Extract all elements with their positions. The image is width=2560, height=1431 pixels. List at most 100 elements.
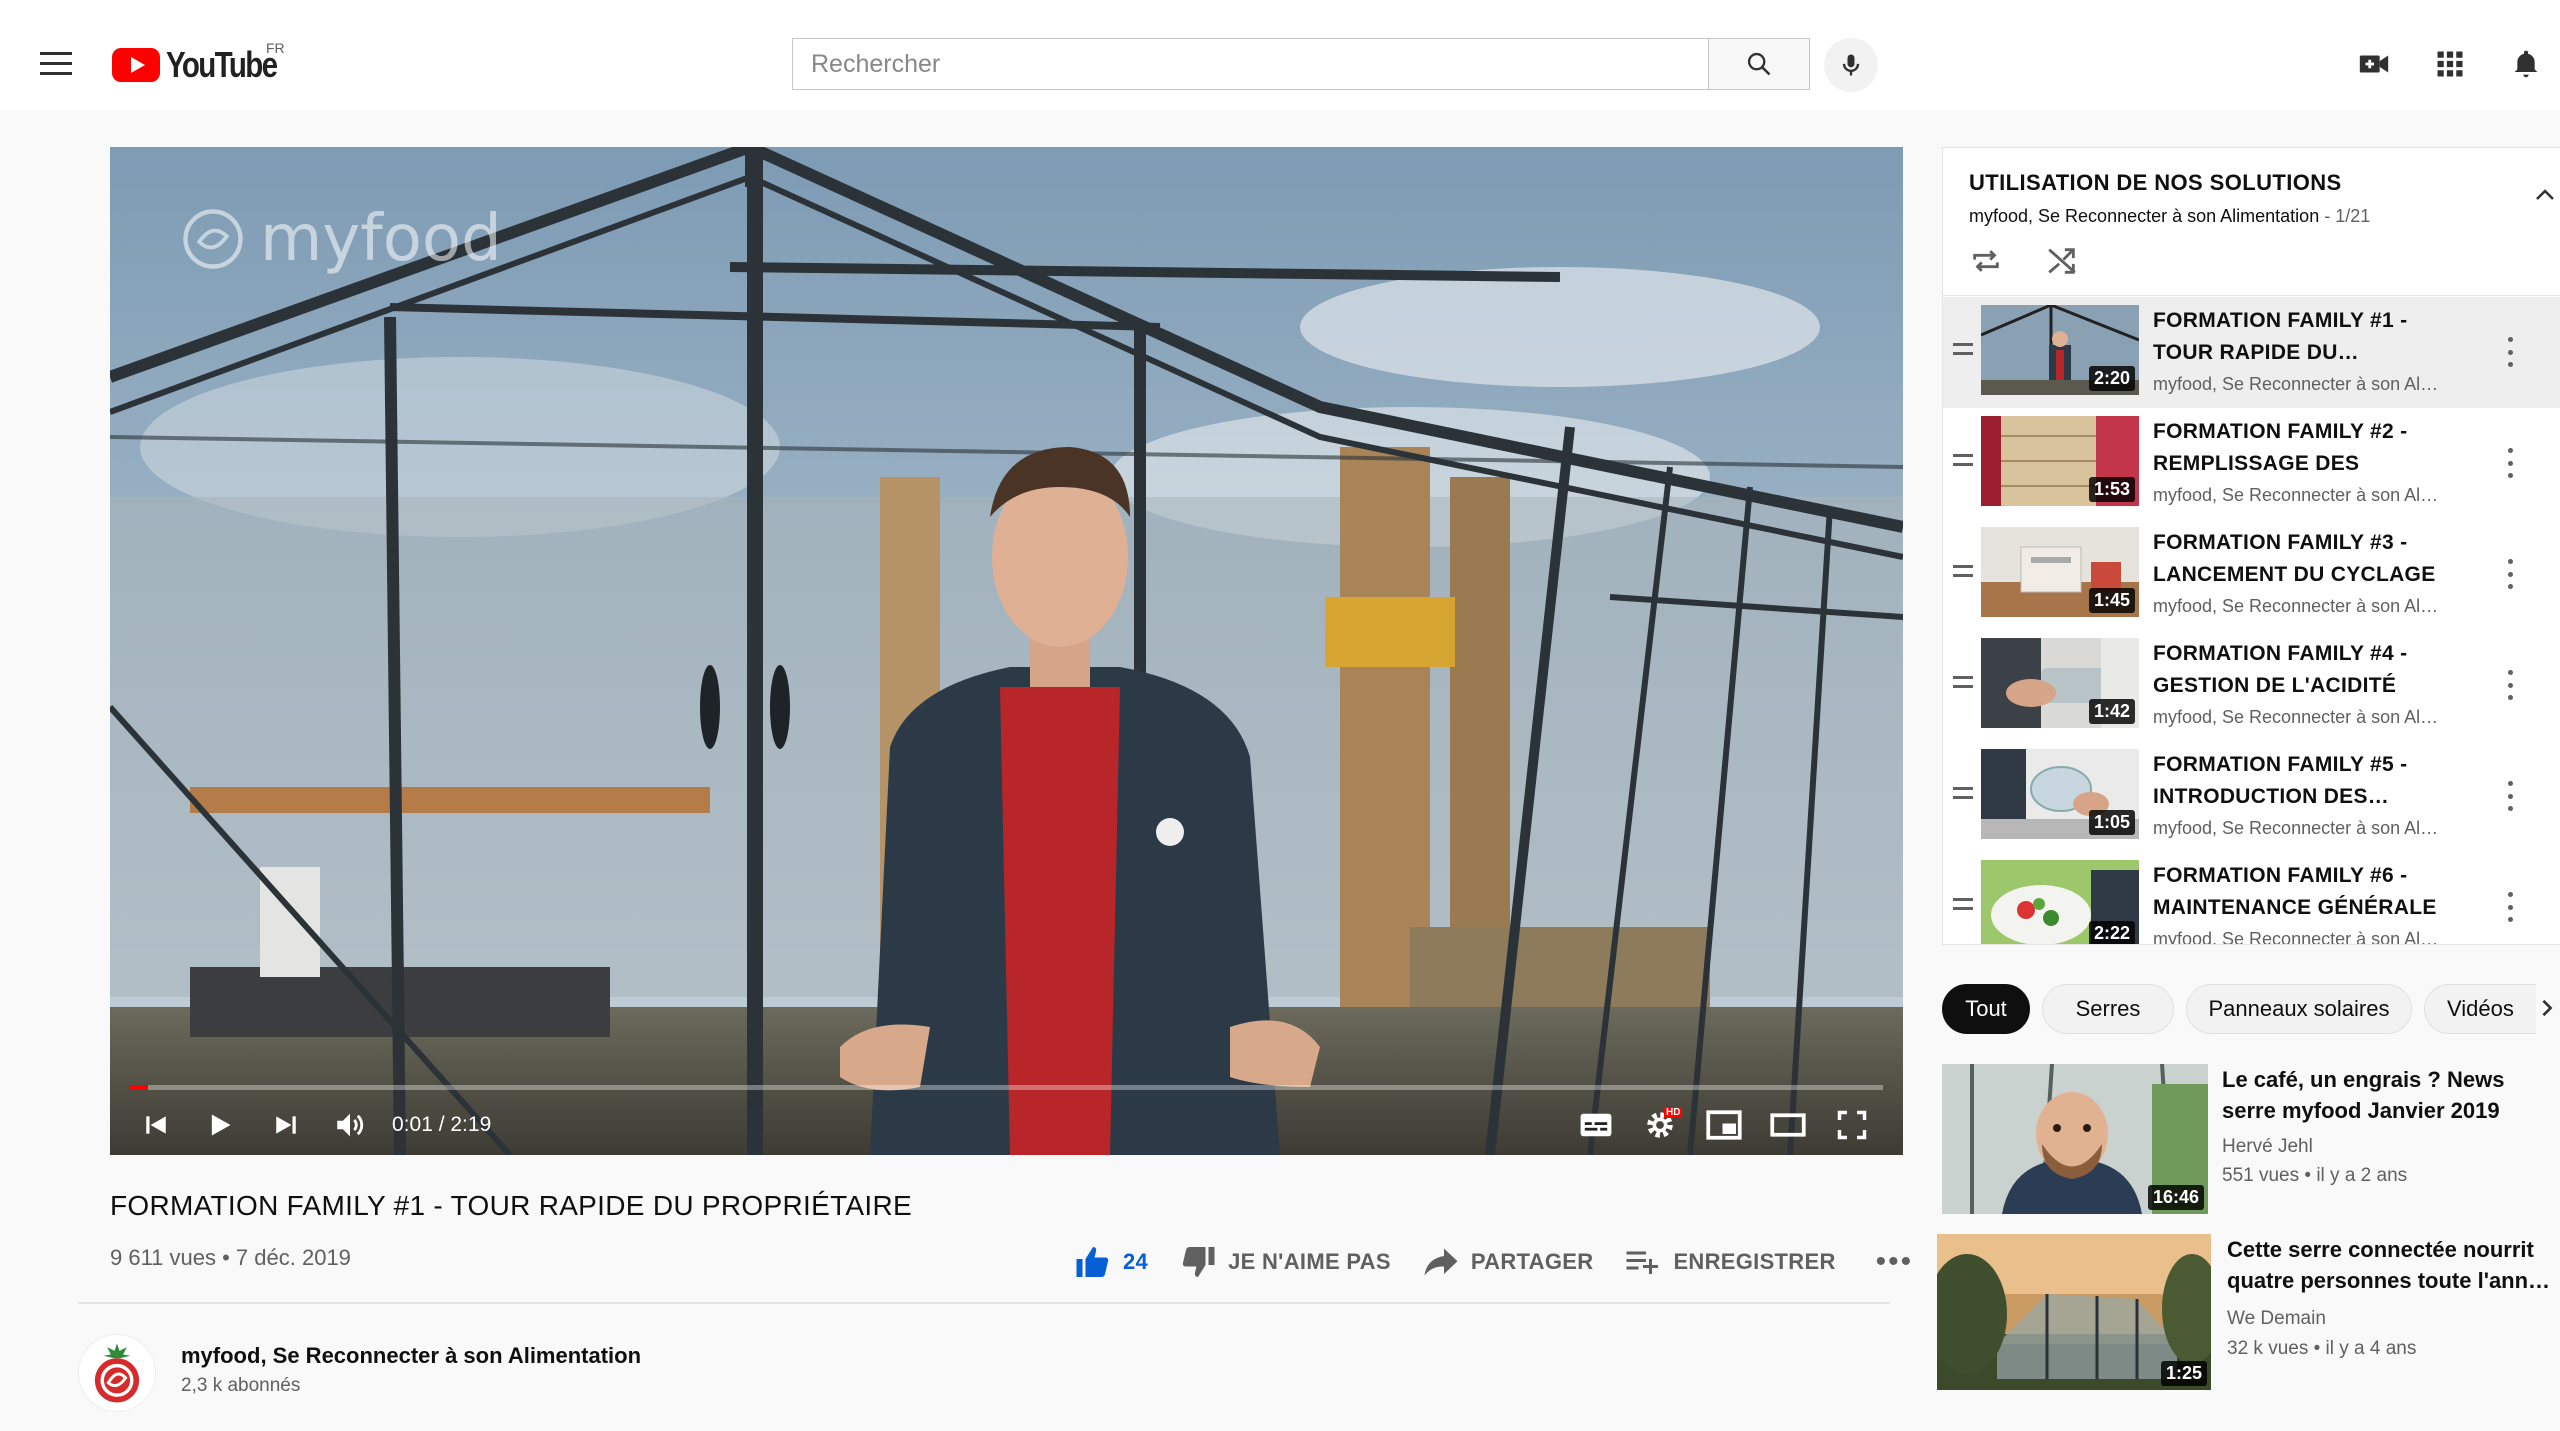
playlist-panel: UTILISATION DE NOS SOLUTIONS myfood, Se … (1942, 147, 2560, 945)
channel-name[interactable]: myfood, Se Reconnecter à son Alimentatio… (181, 1343, 641, 1369)
more-options-icon[interactable] (2505, 892, 2515, 922)
player-controls: 0:01 / 2:19 HD (110, 1095, 1903, 1155)
chip-tout[interactable]: Tout (1942, 984, 2030, 1034)
playlist-item-title[interactable]: FORMATION FAMILY #6 - MAINTENANCE GÉNÉRA… (2153, 860, 2453, 924)
recommendation-title[interactable]: Le café, un engrais ? News serre myfood … (2222, 1064, 2552, 1128)
more-actions-button[interactable]: ••• (1876, 1245, 1914, 1279)
drag-handle-icon[interactable] (1953, 565, 1973, 577)
search-button[interactable] (1708, 38, 1810, 90)
chip-serres[interactable]: Serres (2042, 984, 2174, 1034)
share-label: PARTAGER (1470, 1249, 1594, 1274)
chevron-up-icon[interactable] (2533, 184, 2557, 204)
divider (78, 1302, 1890, 1304)
theater-mode-icon[interactable] (1768, 1105, 1808, 1145)
hd-badge: HD (1664, 1107, 1683, 1118)
subscriber-count: 2,3 k abonnés (181, 1375, 301, 1396)
playlist-thumbnail[interactable]: 1:45 (1981, 527, 2139, 617)
voice-search-button[interactable] (1824, 38, 1878, 92)
recommendation-thumbnail[interactable]: 16:46 (1942, 1064, 2208, 1214)
chevron-right-icon[interactable] (2538, 996, 2556, 1020)
next-icon[interactable] (266, 1105, 306, 1145)
video-duration: 2:22 (2088, 921, 2135, 944)
recommendation-meta: 551 vues • il y a 2 ans (2222, 1165, 2408, 1186)
subtitles-icon[interactable] (1576, 1105, 1616, 1145)
video-meta: 9 611 vues • 7 déc. 2019 (110, 1245, 351, 1270)
drag-handle-icon[interactable] (1953, 454, 1973, 466)
fullscreen-icon[interactable] (1832, 1105, 1872, 1145)
playlist-thumbnail[interactable]: 1:42 (1981, 638, 2139, 728)
mic-icon (1842, 54, 1860, 76)
search-input[interactable]: Rechercher (792, 38, 1709, 90)
play-icon[interactable] (200, 1105, 240, 1145)
playlist-thumbnail[interactable]: 2:22 (1981, 860, 2139, 944)
playlist-item-channel[interactable]: myfood, Se Reconnecter à son Al… (2153, 929, 2463, 944)
settings-icon[interactable]: HD (1640, 1105, 1683, 1145)
notifications-bell-icon[interactable] (2506, 44, 2546, 84)
playlist-item-title[interactable]: FORMATION FAMILY #4 - GESTION DE L'ACIDI… (2153, 638, 2453, 702)
playlist-item-title[interactable]: FORMATION FAMILY #5 - INTRODUCTION DES… (2153, 749, 2453, 813)
thumbs-up-icon (1076, 1247, 1109, 1277)
playlist-item[interactable]: 2:20 FORMATION FAMILY #1 - TOUR RAPIDE D… (1943, 297, 2560, 408)
recommendation-title[interactable]: Cette serre connectée nourrit quatre per… (2227, 1234, 2555, 1298)
playlist-item-channel[interactable]: myfood, Se Reconnecter à son Al… (2153, 818, 2463, 839)
playlist-thumbnail[interactable]: 1:53 (1981, 416, 2139, 506)
loop-icon[interactable] (1969, 244, 2003, 278)
progress-bar[interactable] (130, 1085, 1883, 1090)
playlist-item[interactable]: 1:45 FORMATION FAMILY #3 - LANCEMENT DU … (1943, 519, 2560, 630)
recommendation-item[interactable]: 16:46 Le café, un engrais ? News serre m… (1942, 1064, 2560, 1214)
video-title: FORMATION FAMILY #1 - TOUR RAPIDE DU PRO… (110, 1190, 912, 1221)
playlist-item-title[interactable]: FORMATION FAMILY #2 - REMPLISSAGE DES BA… (2153, 416, 2453, 480)
drag-handle-icon[interactable] (1953, 898, 1973, 910)
recommendation-channel[interactable]: We Demain (2227, 1308, 2326, 1330)
playlist-position: - 1/21 (2319, 206, 2371, 226)
shuffle-icon[interactable] (2045, 244, 2079, 278)
playlist-item-channel[interactable]: myfood, Se Reconnecter à son Al… (2153, 485, 2463, 506)
drag-handle-icon[interactable] (1953, 787, 1973, 799)
playlist-item[interactable]: 2:22 FORMATION FAMILY #6 - MAINTENANCE G… (1943, 852, 2560, 944)
apps-grid-icon[interactable] (2430, 44, 2470, 84)
more-options-icon[interactable] (2505, 448, 2515, 478)
drag-handle-icon[interactable] (1953, 676, 1973, 688)
playlist-item-title[interactable]: FORMATION FAMILY #1 - TOUR RAPIDE DU… (2153, 305, 2453, 369)
video-duration: 1:45 (2088, 588, 2135, 613)
playlist-item[interactable]: 1:42 FORMATION FAMILY #4 - GESTION DE L'… (1943, 630, 2560, 741)
logo-text: YouTube (166, 44, 278, 85)
video-actions: 24 JE N'AIME PAS PARTAGER ENREGISTRER ••… (1075, 1240, 1913, 1284)
create-video-icon[interactable] (2354, 44, 2394, 84)
more-options-icon[interactable] (2505, 559, 2515, 589)
miniplayer-icon[interactable] (1704, 1105, 1744, 1145)
playlist-item-channel[interactable]: myfood, Se Reconnecter à son Al… (2153, 596, 2463, 617)
recommendation-thumbnail[interactable]: 1:25 (1937, 1234, 2211, 1390)
chip-panneaux-solaires[interactable]: Panneaux solaires (2186, 984, 2412, 1034)
video-player[interactable]: myfood 0:01 / 2:19 HD (110, 147, 1903, 1155)
previous-icon[interactable] (136, 1105, 176, 1145)
playlist-header: UTILISATION DE NOS SOLUTIONS myfood, Se … (1943, 148, 2560, 296)
menu-icon[interactable] (40, 52, 72, 76)
more-options-icon[interactable] (2505, 337, 2515, 367)
dislike-label: JE N'AIME PAS (1228, 1249, 1391, 1274)
share-button[interactable]: PARTAGER (1423, 1246, 1594, 1278)
channel-watermark: myfood (180, 202, 502, 276)
more-options-icon[interactable] (2505, 670, 2515, 700)
channel-avatar[interactable] (78, 1334, 156, 1412)
drag-handle-icon[interactable] (1953, 343, 1973, 355)
playlist-thumbnail[interactable]: 1:05 (1981, 749, 2139, 839)
recommendation-channel[interactable]: Hervé Jehl (2222, 1136, 2313, 1158)
dislike-button[interactable]: JE N'AIME PAS (1180, 1244, 1391, 1280)
save-label: ENREGISTRER (1673, 1249, 1836, 1274)
volume-icon[interactable] (330, 1105, 370, 1145)
playlist-owner[interactable]: myfood, Se Reconnecter à son Alimentatio… (1969, 206, 2319, 226)
playlist-item-title[interactable]: FORMATION FAMILY #3 - LANCEMENT DU CYCLA… (2153, 527, 2453, 591)
myfood-channel-logo-icon (94, 1343, 140, 1403)
playlist-item[interactable]: 1:05 FORMATION FAMILY #5 - INTRODUCTION … (1943, 741, 2560, 852)
playlist-title[interactable]: UTILISATION DE NOS SOLUTIONS (1969, 170, 2342, 196)
save-button[interactable]: ENREGISTRER (1625, 1247, 1835, 1277)
more-options-icon[interactable] (2505, 781, 2515, 811)
recommendation-item[interactable]: 1:25 Cette serre connectée nourrit quatr… (1937, 1234, 2555, 1390)
playlist-item-channel[interactable]: myfood, Se Reconnecter à son Al… (2153, 707, 2463, 728)
like-button[interactable]: 24 (1075, 1244, 1148, 1280)
playlist-item-channel[interactable]: myfood, Se Reconnecter à son Al… (2153, 374, 2463, 395)
chip-videos[interactable]: Vidéos (2424, 984, 2536, 1034)
playlist-item[interactable]: 1:53 FORMATION FAMILY #2 - REMPLISSAGE D… (1943, 408, 2560, 519)
playlist-thumbnail[interactable]: 2:20 (1981, 305, 2139, 395)
